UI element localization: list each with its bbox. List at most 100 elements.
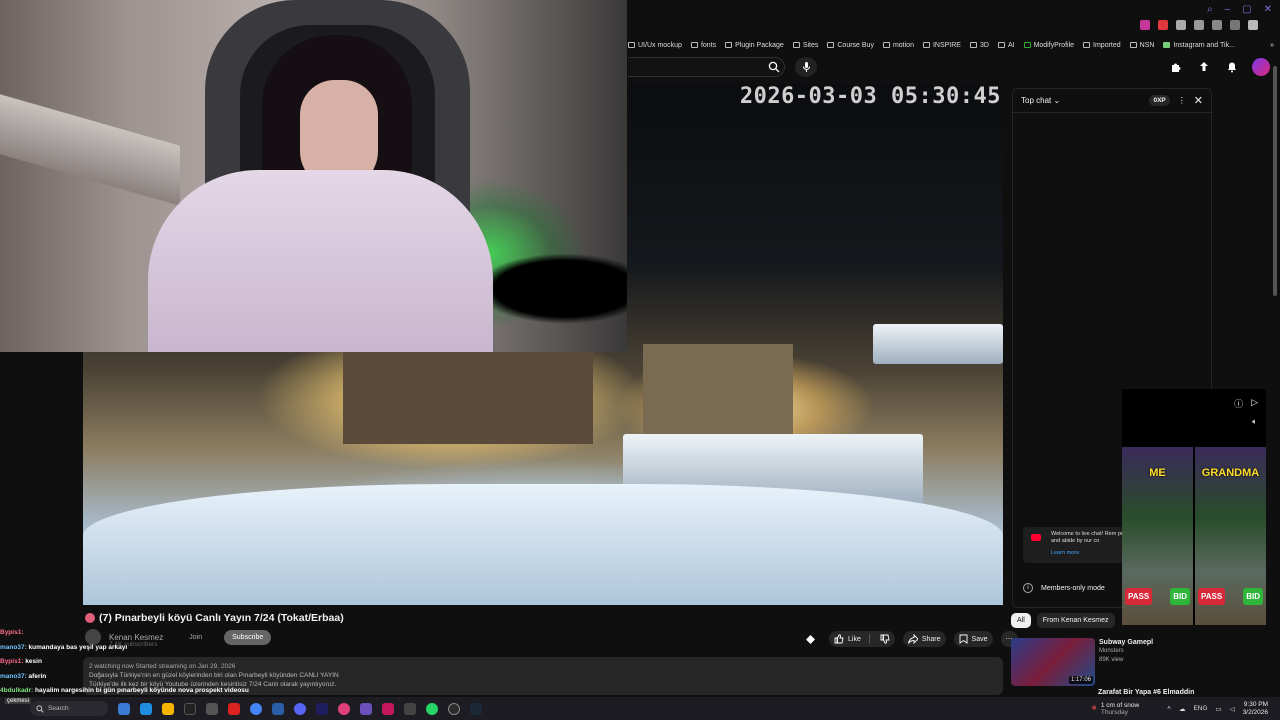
folder-icon <box>1083 42 1091 48</box>
thumbs-down-icon[interactable] <box>880 634 890 644</box>
extension-icon[interactable] <box>1212 20 1222 30</box>
bookmarks-bar: UI/Ux mockup fonts Plugin Package Sites … <box>628 38 1280 52</box>
notifications-bell-icon[interactable] <box>1224 59 1240 75</box>
like-button[interactable]: Like <box>829 631 895 647</box>
app-icon[interactable] <box>272 702 284 715</box>
close-icon[interactable]: ✕ <box>1264 4 1272 15</box>
extension-puzzle-icon[interactable] <box>1168 59 1184 75</box>
language-indicator[interactable]: ENG <box>1193 705 1207 712</box>
bookmark-sites[interactable]: Sites <box>792 42 818 49</box>
chrome-icon[interactable] <box>250 702 262 715</box>
bookmark-nsn[interactable]: NSN <box>1129 42 1154 49</box>
scrollbar-thumb[interactable] <box>1273 66 1277 296</box>
discord-icon[interactable] <box>294 702 306 715</box>
top-chat-dropdown[interactable]: Top chat ⌄ <box>1021 96 1060 105</box>
obs-icon[interactable] <box>448 702 460 715</box>
voice-search-button[interactable] <box>795 57 817 77</box>
search-icon <box>768 61 780 73</box>
bookmark-course-buy[interactable]: Course Buy <box>827 42 874 49</box>
divider <box>868 634 870 644</box>
short-right-label: GRANDMA <box>1201 467 1260 479</box>
bookmark-fonts[interactable]: fonts <box>690 42 716 49</box>
bookmark-motion[interactable]: motion <box>882 42 914 49</box>
video-title: (7) Pınarbeyli köyü Canlı Yayın 7/24 (To… <box>99 612 344 624</box>
roof-shape <box>873 324 1003 364</box>
save-button[interactable]: Save <box>953 631 993 647</box>
taskbar-search[interactable]: Search <box>30 701 108 716</box>
recommendation-title[interactable]: Subway Gamepl <box>1099 638 1153 647</box>
pass-button: PASS <box>1125 588 1153 605</box>
extension-icon[interactable] <box>1176 20 1186 30</box>
house-shape <box>643 344 793 434</box>
recommendation-title[interactable]: Zarafat Bir Yapa #6 Elmaddin <box>1098 689 1194 696</box>
extension-icon[interactable] <box>1248 20 1258 30</box>
search-icon[interactable]: ⌕ <box>1207 4 1213 15</box>
minimize-icon[interactable]: – <box>1225 4 1231 15</box>
more-vertical-icon[interactable]: ⋮ <box>1178 96 1186 105</box>
acrobat-icon[interactable] <box>228 702 240 715</box>
bookmark-plugin-package[interactable]: Plugin Package <box>725 42 784 49</box>
edge-icon[interactable] <box>140 702 152 715</box>
extension-icon[interactable] <box>1194 20 1204 30</box>
bookmark-ui-ux[interactable]: UI/Ux mockup <box>628 42 682 49</box>
weather-widget[interactable]: ❄ 1 cm of snow Thursday <box>1091 702 1139 716</box>
task-view-icon[interactable] <box>118 702 130 715</box>
file-explorer-icon[interactable] <box>162 702 174 715</box>
chat-overflow-text: çekmesi <box>5 698 32 704</box>
video-title-row: (7) Pınarbeyli köyü Canlı Yayın 7/24 (To… <box>85 612 344 624</box>
bookmark-inspire[interactable]: INSPIRE <box>922 42 961 49</box>
steam-icon[interactable] <box>470 702 482 715</box>
obsidian-icon[interactable] <box>360 702 372 715</box>
info-icon[interactable]: ⓘ <box>1234 397 1243 410</box>
taskbar-clock[interactable]: 9:30 PM 3/2/2026 <box>1243 701 1268 717</box>
play-icon[interactable]: ▷ <box>1251 397 1258 410</box>
share-button[interactable]: Share <box>902 631 946 647</box>
xp-badge[interactable]: 0XP <box>1149 95 1170 106</box>
account-avatar[interactable] <box>1252 58 1270 76</box>
volume-icon[interactable]: 🔈︎ <box>1252 417 1257 427</box>
restore-icon[interactable]: ▢ <box>1242 4 1251 15</box>
bid-button: BID <box>1243 588 1263 605</box>
bookmark-imported[interactable]: Imported <box>1083 42 1121 49</box>
short-right-buttons: PASS BID <box>1198 588 1263 605</box>
close-chat-icon[interactable]: ✕ <box>1194 94 1203 107</box>
app-icon[interactable] <box>382 702 394 715</box>
chip-from-channel[interactable]: From Kenan Kesmez <box>1036 613 1115 628</box>
upload-icon[interactable] <box>1196 59 1212 75</box>
chip-all[interactable]: All <box>1011 613 1031 628</box>
extensions-bar <box>1140 20 1258 30</box>
page-scrollbar[interactable] <box>1272 56 1278 696</box>
bookmark-ai[interactable]: AI <box>997 42 1015 49</box>
pass-button: PASS <box>1198 588 1226 605</box>
extension-icon[interactable] <box>1230 20 1240 30</box>
cloud-icon[interactable]: ☁ <box>1179 705 1186 713</box>
bookmark-instagram[interactable]: Instagram and Tik... <box>1163 42 1235 49</box>
floating-short-player[interactable]: ⓘ ▷ 🔈︎ ME PASS BID GRANDMA PASS BID <box>1122 389 1266 625</box>
recommendation-channel: Monsters <box>1099 648 1124 654</box>
app-icon[interactable] <box>206 702 218 715</box>
chat-message: Bypis1: <box>0 629 24 636</box>
volume-icon[interactable]: ◁ <box>1230 705 1235 713</box>
folder-icon <box>922 42 930 48</box>
bookmarks-overflow[interactable]: » <box>1270 42 1274 49</box>
recommendation-info: Subway Gamepl Monsters 89K view <box>1099 638 1153 686</box>
folder-icon <box>792 42 800 48</box>
bookmark-3d[interactable]: 3D <box>969 42 989 49</box>
extension-icon[interactable] <box>1158 20 1168 30</box>
recommendation-thumbnail[interactable]: 1:17:06 <box>1011 638 1095 686</box>
bookmark-modifyprofile[interactable]: ModifyProfile <box>1023 42 1074 49</box>
store-icon[interactable] <box>184 702 196 715</box>
short-left-buttons: PASS BID <box>1125 588 1190 605</box>
after-effects-icon[interactable] <box>316 702 328 715</box>
network-icon[interactable]: ▭ <box>1216 705 1222 713</box>
info-icon[interactable]: i <box>1023 583 1033 593</box>
recommendation-item[interactable]: 1:17:06 Subway Gamepl Monsters 89K view <box>1011 638 1153 686</box>
clip-icon[interactable] <box>800 631 821 647</box>
instagram-icon[interactable] <box>338 702 350 715</box>
extension-icon[interactable] <box>1140 20 1150 30</box>
search-button[interactable] <box>760 57 788 77</box>
whatsapp-icon[interactable] <box>426 702 438 715</box>
chevron-up-icon[interactable]: ˄ <box>1167 705 1171 712</box>
folder-icon <box>1129 42 1137 48</box>
app-icon[interactable] <box>404 702 416 715</box>
